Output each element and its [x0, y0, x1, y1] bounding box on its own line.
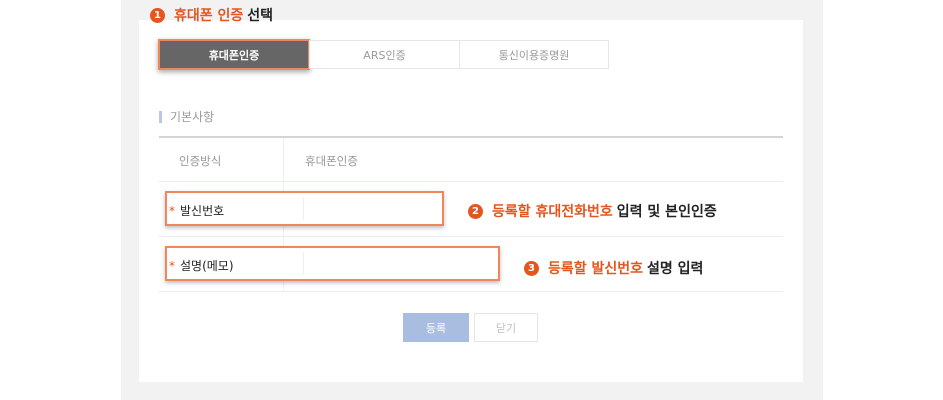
step-1-annotation: 1 휴대폰 인증 선택 — [150, 5, 273, 25]
row-divider — [159, 181, 783, 182]
memo-row: * 설명(메모) — [165, 246, 500, 281]
tab-ars-verification[interactable]: ARS인증 — [309, 40, 460, 69]
tab-telecom-certificate[interactable]: 통신이용증명원 — [459, 40, 609, 69]
row-divider — [159, 291, 783, 292]
sender-number-label-text: 발신번호 — [180, 204, 225, 218]
row-divider — [159, 236, 783, 237]
sender-number-input[interactable] — [305, 193, 442, 224]
section-title-text: 기본사항 — [170, 110, 215, 124]
step-text: 입력 및 본인인증 — [616, 204, 717, 220]
step-highlight-text: 등록할 휴대전화번호 — [492, 204, 613, 220]
sender-number-label: * 발신번호 — [169, 202, 224, 219]
table-top-border — [159, 136, 783, 138]
required-mark: * — [169, 259, 175, 273]
method-label: 인증방식 — [179, 154, 222, 168]
section-bar — [159, 110, 162, 123]
step-number-badge: 2 — [468, 203, 483, 219]
required-mark: * — [169, 204, 175, 218]
step-text: 설명 입력 — [647, 261, 704, 277]
step-number-badge: 3 — [524, 260, 539, 276]
step-text: 선택 — [247, 8, 274, 24]
memo-label-text: 설명(메모) — [180, 259, 234, 273]
tab-phone-verification[interactable]: 휴대폰인증 — [158, 39, 310, 70]
sender-number-row: * 발신번호 — [165, 191, 444, 226]
step-3-annotation: 3 등록할 발신번호 설명 입력 — [524, 258, 703, 278]
step-highlight-text: 휴대폰 인증 — [174, 8, 244, 24]
method-value: 휴대폰인증 — [305, 154, 358, 168]
step-number-badge: 1 — [150, 7, 165, 23]
close-button[interactable]: 닫기 — [474, 313, 538, 342]
field-divider — [303, 252, 304, 275]
register-button[interactable]: 등록 — [403, 313, 469, 342]
field-divider — [303, 197, 304, 220]
step-2-annotation: 2 등록할 휴대전화번호 입력 및 본인인증 — [468, 201, 717, 221]
step-highlight-text: 등록할 발신번호 — [548, 261, 644, 277]
memo-label: * 설명(메모) — [169, 257, 234, 274]
section-title: 기본사항 — [159, 108, 214, 125]
memo-input[interactable] — [305, 248, 498, 279]
